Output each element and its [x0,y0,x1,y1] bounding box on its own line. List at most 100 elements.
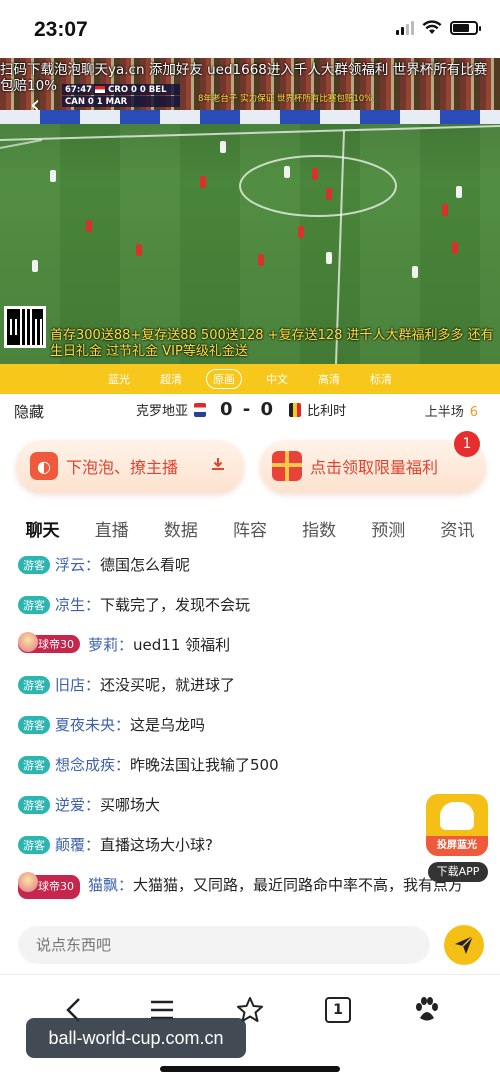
guest-tag: 游客 [18,556,50,574]
chat-message: 游客 浮云： 德国怎么看呢 [18,554,478,575]
chat-text: ued11 领福利 [133,636,231,654]
video-player[interactable]: 扫码下载泡泡聊天ya.cn 添加好友 ued1668进入千人大群领福利 世界杯所… [0,58,500,364]
chat-message: 游客 夏夜未央： 这是乌龙吗 [18,714,478,735]
vip-tag: 球帝30 [18,632,80,653]
chat-text: 大猫猫，又同路，最近同路命中率不高，我有点方 [133,876,464,894]
claim-gift-label: 点击领取限量福利 [310,458,439,477]
player [326,188,332,200]
screencast-ad[interactable]: 投屏蓝光 [426,794,488,856]
tab-lineup[interactable]: 阵容 [229,510,271,547]
chat-username[interactable]: 凉生： [55,594,100,615]
guest-tag: 游客 [18,676,50,694]
battery-icon [450,20,481,35]
chat-message: 球帝30 萝莉： ued11 领福利 [18,632,478,655]
send-button[interactable] [444,925,484,965]
tab-chat[interactable]: 聊天 [22,510,64,547]
scorebug-row1: CRO 0 0 BEL [108,84,167,95]
player [456,186,462,198]
quality-option-active[interactable]: 原画 [206,369,242,389]
chat-username[interactable]: 颠覆： [55,834,100,855]
chat-message: 游客 逆爱： 买哪场大 [18,794,478,815]
away-team: 比利时 [307,404,347,419]
download-app-button[interactable]: 下载APP [428,862,488,882]
quality-option[interactable]: 高清 [312,370,346,388]
guest-tag: 游客 [18,836,50,854]
quality-option[interactable]: 蓝光 [102,370,136,388]
chat-text: 德国怎么看呢 [100,556,191,574]
period-minute: 6 [469,405,478,420]
tab-odds[interactable]: 指数 [298,510,340,547]
chat-username[interactable]: 萝莉： [88,634,133,655]
back-icon[interactable]: ‹ [30,90,40,120]
chat-text: 下载完了，发现不会玩 [100,596,251,614]
chat-text: 直播这场大小球? [100,836,213,854]
chat-message: 游客 想念成疾： 昨晚法国让我输了500 [18,754,478,775]
tab-news[interactable]: 资讯 [436,510,478,547]
home-indicator [160,1066,340,1072]
bubble-app-icon: ◐ [30,452,58,480]
player [32,260,38,272]
tab-live[interactable]: 直播 [91,510,133,547]
chat-username[interactable]: 猫飘： [88,874,133,896]
chat-message: 游客 凉生： 下载完了，发现不会玩 [18,594,478,615]
mascot-icon [440,802,474,830]
gift-icon [272,451,302,481]
quality-option[interactable]: 超清 [154,370,188,388]
guest-tag: 游客 [18,796,50,814]
player [452,242,458,254]
chat-username[interactable]: 夏夜未央： [55,714,130,735]
player [50,170,56,182]
status-icons [396,20,481,35]
chat-text: 这是乌龙吗 [130,716,206,734]
qr-code [4,306,46,348]
home-team: 克罗地亚 [136,404,189,419]
bottom-promo: 首存300送88+复存送88 500送128 +复存送128 进千人大群福利多多… [50,328,494,359]
send-icon [455,935,474,954]
wifi-icon [422,20,442,34]
baidu-button[interactable] [406,990,446,1030]
paw-icon [416,996,438,1020]
download-icon [212,458,224,470]
chat-username[interactable]: 浮云： [55,554,100,575]
chat-username[interactable]: 想念成疾： [55,754,130,775]
player [200,176,206,188]
tab-prediction[interactable]: 预测 [367,510,409,547]
hide-button[interactable]: 隐藏 [14,401,44,422]
match-period: 上半场 6 [425,401,478,420]
chat-text: 还没买呢，就进球了 [100,676,236,694]
chat-input[interactable] [18,926,430,964]
guest-tag: 游客 [18,716,50,734]
chat-message: 游客 旧店： 还没买呢，就进球了 [18,674,478,695]
status-bar: 23:07 [0,0,500,58]
chat-list: 游客 浮云： 德国怎么看呢 游客 凉生： 下载完了，发现不会玩 球帝30 萝莉：… [0,548,500,916]
croatia-flag-icon [194,402,207,417]
download-bubble-label: 下泡泡、撩主播 [66,458,179,477]
player [326,252,332,264]
player [284,166,290,178]
chat-text: 买哪场大 [100,796,161,814]
chat-input-bar [0,916,500,974]
score: 0 - 0 [220,399,276,420]
chat-username[interactable]: 逆爱： [55,794,100,815]
quality-bar: 蓝光 超清 原画 中文 高清 标清 [0,364,500,394]
chat-username[interactable]: 旧店： [55,674,100,695]
download-bubble-button[interactable]: ◐ 下泡泡、撩主播 [16,440,244,492]
chat-message: 游客 颠覆： 直播这场大小球? [18,834,478,855]
quality-option[interactable]: 中文 [260,370,294,388]
overlay-promo: 8年老台子 实力保证 世界杯所有比赛包赔10% [198,94,373,104]
period-label: 上半场 [424,405,464,420]
chat-text: 昨晚法国让我输了500 [130,756,279,774]
player [412,266,418,278]
quality-option[interactable]: 标清 [364,370,398,388]
screencast-label: 投屏蓝光 [426,836,488,856]
claim-gift-button[interactable]: 点击领取限量福利 [260,440,486,492]
tabs-button[interactable]: 1 [318,990,358,1030]
ad-boards [0,110,500,124]
tab-count-icon: 1 [325,996,351,1023]
player [86,220,92,232]
player [442,204,448,216]
guest-tag: 游客 [18,596,50,614]
notification-badge: 1 [454,431,480,457]
match-info: 隐藏 克罗地亚 0 - 0 比利时 上半场 6 [0,394,500,426]
tab-data[interactable]: 数据 [160,510,202,547]
